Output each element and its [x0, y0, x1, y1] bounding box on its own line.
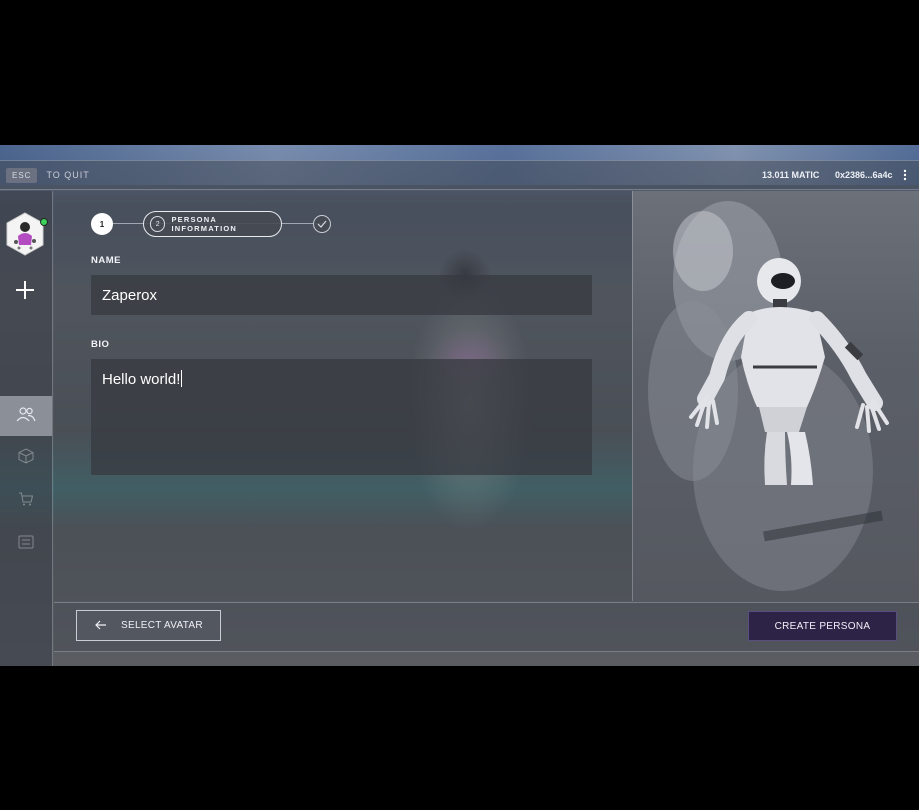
- avatar-preview: [632, 191, 919, 601]
- bio-label: BIO: [91, 339, 110, 350]
- cart-icon: [18, 491, 34, 512]
- app-frame: ESC TO QUIT 13.011 MATIC 0x2386...6a4c 1…: [0, 145, 919, 666]
- stepper: 1 2 PERSONA INFORMATION: [91, 211, 351, 237]
- name-label: NAME: [91, 255, 121, 266]
- name-value: Zaperox: [102, 286, 158, 304]
- select-avatar-label: SELECT AVATAR: [121, 620, 203, 631]
- list-icon: [18, 535, 34, 554]
- step-2-active[interactable]: 2 PERSONA INFORMATION: [143, 211, 282, 237]
- arrow-left-icon: [95, 619, 107, 633]
- wallet-address[interactable]: 0x2386...6a4c: [835, 170, 893, 180]
- robot-avatar: [689, 258, 889, 485]
- check-icon: [317, 215, 327, 233]
- step-2-label: PERSONA INFORMATION: [171, 215, 238, 233]
- bio-value: Hello world!: [102, 371, 181, 388]
- more-vertical-icon[interactable]: [903, 169, 907, 183]
- sidebar-item-store[interactable]: [16, 491, 36, 511]
- step-3[interactable]: [313, 215, 331, 233]
- create-persona-button[interactable]: CREATE PERSONA: [748, 611, 897, 641]
- esc-key-badge[interactable]: ESC: [6, 167, 38, 183]
- bottom-bar: SELECT AVATAR CREATE PERSONA: [54, 602, 919, 652]
- name-input[interactable]: Zaperox: [91, 275, 592, 315]
- users-icon: [16, 406, 36, 427]
- bio-textarea[interactable]: Hello world!: [91, 359, 592, 475]
- wallet-balance: 13.011 MATIC: [762, 170, 820, 180]
- sidebar: [0, 191, 53, 666]
- persona-form-panel: 1 2 PERSONA INFORMATION NAME Zaperox BIO…: [54, 191, 632, 601]
- sidebar-item-list[interactable]: [16, 534, 36, 554]
- select-avatar-button[interactable]: SELECT AVATAR: [76, 610, 221, 641]
- step-1[interactable]: 1: [91, 213, 113, 235]
- top-bar: ESC TO QUIT 13.011 MATIC 0x2386...6a4c: [0, 160, 919, 190]
- quit-hint: TO QUIT: [46, 170, 90, 180]
- plus-icon[interactable]: [12, 277, 38, 303]
- avatar[interactable]: [5, 212, 45, 256]
- sidebar-item-inventory[interactable]: [16, 447, 36, 469]
- online-status-dot: [40, 218, 48, 226]
- step-2-number: 2: [150, 216, 166, 232]
- cube-icon: [18, 447, 34, 469]
- sidebar-item-personas[interactable]: [0, 396, 52, 436]
- text-caret: [181, 370, 183, 387]
